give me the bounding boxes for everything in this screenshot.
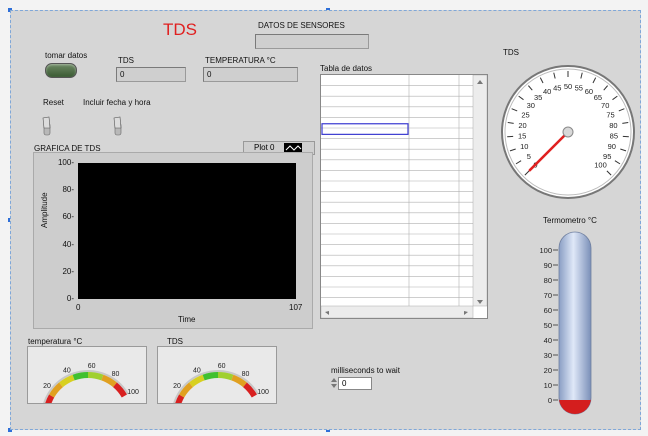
tds-meter-tick-label: 40 xyxy=(543,87,551,96)
table-hscrollbar xyxy=(321,305,474,318)
fecha-toggle-switch[interactable] xyxy=(111,115,125,137)
thermometer-tick-label: 0 xyxy=(548,396,552,405)
plot-legend-label: Plot 0 xyxy=(254,143,275,152)
reset-label: Reset xyxy=(43,98,64,107)
graph-xtick-0: 0 xyxy=(76,303,81,312)
tds-meter-tick-label: 75 xyxy=(606,110,614,119)
wait-input[interactable]: 0 xyxy=(338,377,372,390)
tds-meter-tick-label: 10 xyxy=(520,142,528,151)
thermometer-tick-label: 50 xyxy=(544,321,552,330)
tds-meter: 0510152025303540455055606570758085909510… xyxy=(501,65,635,199)
tds-meter-tick-label: 55 xyxy=(575,83,583,92)
tds-indicator-label: TDS xyxy=(118,56,134,65)
graph-ytick-label: 0- xyxy=(66,294,74,303)
gauge-tick-label: 80 xyxy=(242,371,250,378)
thermometer-tick-label: 100 xyxy=(539,246,552,255)
tds-meter-tick-label: 20 xyxy=(518,121,526,130)
graph-xtick-107: 107 xyxy=(289,303,303,312)
graph-ytick-label: 20- xyxy=(62,266,74,276)
gauge-tds: 020406080100 xyxy=(165,363,269,413)
thermometer-fill xyxy=(559,398,591,414)
gauge-tick-label: 20 xyxy=(173,383,181,390)
gauge-tick-label: 60 xyxy=(218,363,226,370)
gauge-tick-label: 60 xyxy=(88,363,96,370)
thermometer-tick-label: 20 xyxy=(544,366,552,375)
gauge-tick-label: 100 xyxy=(257,389,269,396)
tds-meter-tick-label: 45 xyxy=(553,83,561,92)
incluir-fecha-label: Incluir fecha y hora xyxy=(83,98,151,107)
tds-meter-label: TDS xyxy=(503,48,519,57)
wait-spinner[interactable] xyxy=(330,377,338,389)
tds-meter-tick-label: 90 xyxy=(608,142,616,151)
graph-ytick-label: 40- xyxy=(62,239,74,249)
table-active-cell xyxy=(321,123,409,135)
graph-plot-area[interactable] xyxy=(78,163,296,299)
thermometer-tube xyxy=(558,231,592,415)
thermometer-tick-label: 70 xyxy=(544,291,552,300)
thermometer-tick-label: 90 xyxy=(544,261,552,270)
tds-meter-tick-label: 35 xyxy=(534,93,542,102)
tds-meter-tick-label: 85 xyxy=(610,132,618,141)
graph-ytick-label: 100- xyxy=(57,158,74,167)
page-title: TDS xyxy=(163,20,197,39)
thermometer-tick-label: 30 xyxy=(544,351,552,360)
graph-ylabel: Amplitude xyxy=(40,192,49,228)
gauge-tds-label: TDS xyxy=(167,337,183,346)
thermometer-tick-label: 80 xyxy=(544,276,552,285)
graph-ytick-label: 60- xyxy=(62,212,74,222)
thermometer-tick-label: 60 xyxy=(544,306,552,315)
tomar-datos-button[interactable] xyxy=(45,63,77,78)
thermometer: 1009080706050403020100 xyxy=(539,231,592,415)
tds-meter-tick-label: 50 xyxy=(564,82,572,91)
tds-meter-tick-label: 70 xyxy=(601,101,609,110)
gauge-temperatura-label: temperatura °C xyxy=(28,337,83,346)
temperatura-indicator: 0 xyxy=(203,67,298,82)
tomar-datos-label: tomar datos xyxy=(45,51,88,60)
tds-meter-tick-label: 30 xyxy=(527,101,535,110)
tds-meter-hub xyxy=(562,126,574,138)
tds-meter-tick-label: 80 xyxy=(609,121,617,130)
tds-meter-tick-label: 25 xyxy=(521,110,529,119)
tds-meter-tick-label: 60 xyxy=(585,87,593,96)
tds-meter-tick-label: 100 xyxy=(594,161,607,170)
wait-label: milliseconds to wait xyxy=(331,366,400,375)
data-table[interactable] xyxy=(320,74,488,319)
gauge-tds-frame: 020406080100 xyxy=(157,346,277,413)
sensor-data-field xyxy=(255,34,369,49)
gauge-tick-label: 80 xyxy=(112,371,120,378)
temperatura-indicator-label: TEMPERATURA °C xyxy=(205,56,276,65)
graph-ytick-label: 80- xyxy=(62,185,74,195)
tds-meter-tick-label: 5 xyxy=(527,152,531,161)
table-label: Tabla de datos xyxy=(320,64,373,73)
gauge-tick-label: 40 xyxy=(63,367,71,374)
thermometer-tick-label: 10 xyxy=(544,381,552,390)
tds-indicator: 0 xyxy=(116,67,186,82)
gauge-temperatura: 020406080100 xyxy=(35,363,139,413)
sensor-data-label: DATOS DE SENSORES xyxy=(258,21,345,30)
thermometer-label: Termometro °C xyxy=(543,216,597,225)
thermometer-tick-label: 40 xyxy=(544,336,552,345)
gauge-tick-label: 20 xyxy=(43,383,51,390)
gauge-tick-label: 100 xyxy=(127,389,139,396)
gauge-temperatura-frame: 020406080100 xyxy=(27,346,147,413)
reset-toggle-switch[interactable] xyxy=(40,115,54,137)
data-table-grid xyxy=(321,75,487,318)
tds-meter-tick-label: 15 xyxy=(518,132,526,141)
graph-xlabel: Time xyxy=(178,315,196,324)
gauge-tick-label: 40 xyxy=(193,367,201,374)
table-vscrollbar xyxy=(472,75,487,307)
